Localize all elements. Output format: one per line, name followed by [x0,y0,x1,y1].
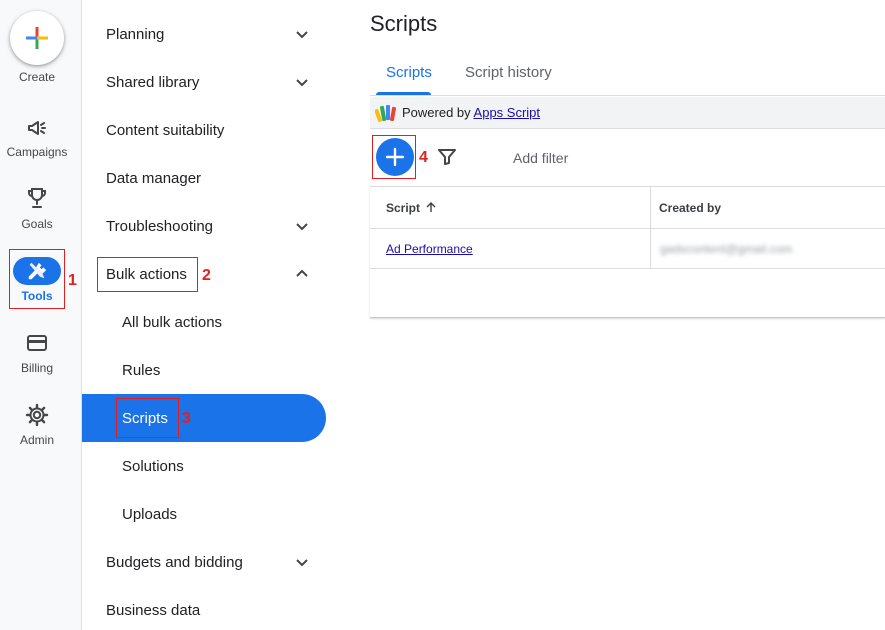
chevron-down-icon [296,223,308,231]
annotation-number-2: 2 [202,267,211,284]
nav-item-uploads[interactable]: Uploads [82,490,326,538]
column-header-label: Script [386,201,421,215]
powered-by-prefix: Powered by [402,105,474,120]
nav-item-shared-library[interactable]: Shared library [82,58,326,106]
nav-item-label: Planning [106,26,165,43]
annotation-box-scripts [116,398,179,438]
apps-script-logo-icon [375,105,397,122]
column-header-created-by[interactable]: Created by [643,187,885,228]
nav-item-label: All bulk actions [122,314,223,331]
chevron-down-icon [296,79,308,87]
chevron-up-icon [296,269,308,277]
script-name-link[interactable]: Ad Performance [386,242,473,256]
annotation-number-3: 3 [182,410,191,427]
nav-item-label: Budgets and bidding [106,554,243,571]
annotation-box-add-button [372,135,416,179]
sort-arrow-up-icon [426,202,436,212]
nav-item-troubleshooting[interactable]: Troubleshooting [82,202,326,250]
create-label: Create [18,70,56,84]
main-content: Scripts Scripts Script history Powered b… [340,0,885,630]
nav-item-label: Troubleshooting [106,218,214,235]
apps-script-link[interactable]: Apps Script [474,105,540,120]
powered-by-bar: Powered by Apps Script [370,97,885,129]
nav-item-label: Shared library [106,74,200,91]
credit-card-icon[interactable] [25,331,49,355]
tab-scripts[interactable]: Scripts [386,64,432,81]
column-header-script[interactable]: Script [370,187,650,228]
chevron-down-icon [296,31,308,39]
tab-divider [370,95,885,96]
megaphone-icon[interactable] [25,116,49,140]
nav-item-business-data[interactable]: Business data [82,586,326,630]
nav-item-label: Content suitability [106,122,225,139]
scripts-table: Script Created by Ad Performance gadscon… [370,186,885,318]
rail-item-campaigns[interactable]: Campaigns [0,145,74,159]
trophy-icon[interactable] [25,186,49,210]
nav-item-label: Business data [106,602,201,619]
filter-icon[interactable] [438,149,456,165]
tools-nav-panel: Planning Shared library Content suitabil… [82,0,340,630]
tab-script-history[interactable]: Script history [465,64,552,81]
nav-item-planning[interactable]: Planning [82,10,326,58]
page-title: Scripts [370,11,438,36]
add-filter-input[interactable]: Add filter [513,150,568,166]
annotation-number-1: 1 [68,272,77,289]
nav-item-label: Uploads [122,506,178,523]
annotation-box-tools [9,249,65,309]
created-by-cell: gadscontent@gmail.com [660,242,793,256]
nav-item-data-manager[interactable]: Data manager [82,154,326,202]
column-header-label: Created by [659,201,722,215]
rail-item-billing[interactable]: Billing [0,361,74,375]
chevron-down-icon [296,559,308,567]
nav-item-label: Rules [122,362,161,379]
table-toolbar: Add filter [370,129,885,186]
annotation-box-bulk-actions [97,257,198,292]
table-row: Ad Performance gadscontent@gmail.com [370,228,885,269]
nav-item-content-suitability[interactable]: Content suitability [82,106,326,154]
nav-item-label: Data manager [106,170,202,187]
gear-icon[interactable] [25,403,49,427]
annotation-number-4: 4 [419,149,428,166]
nav-item-label: Solutions [122,458,184,475]
plus-icon [26,27,48,49]
nav-item-solutions[interactable]: Solutions [82,442,326,490]
rail-item-admin[interactable]: Admin [0,433,74,447]
nav-item-rules[interactable]: Rules [82,346,326,394]
powered-by-text: Powered by Apps Script [402,105,540,120]
nav-item-all-bulk-actions[interactable]: All bulk actions [82,298,326,346]
left-rail: Create Campaigns Goals Tools Billing Adm… [0,0,82,630]
rail-item-goals[interactable]: Goals [0,217,74,231]
nav-item-budgets-and-bidding[interactable]: Budgets and bidding [82,538,326,586]
create-button[interactable] [10,11,64,65]
